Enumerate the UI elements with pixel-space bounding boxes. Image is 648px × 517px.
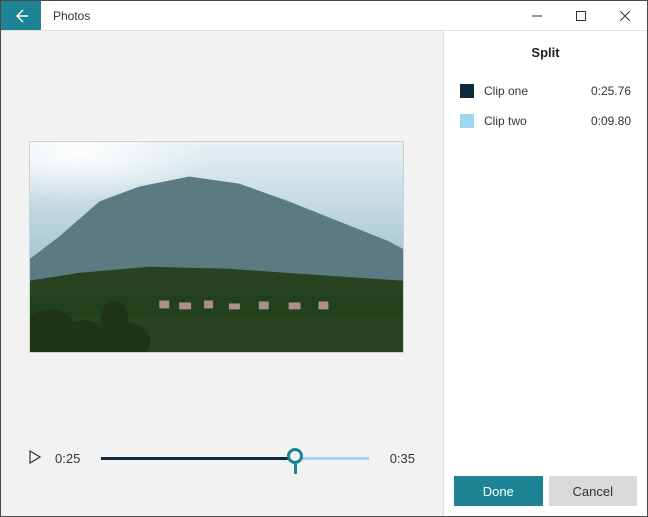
clip-color-swatch xyxy=(460,84,474,98)
done-button[interactable]: Done xyxy=(454,476,543,506)
panel-actions: Done Cancel xyxy=(444,466,647,516)
play-button[interactable] xyxy=(29,450,41,467)
maximize-icon xyxy=(576,11,586,21)
clip-row: Clip one 0:25.76 xyxy=(460,76,631,106)
app-body: 0:25 0:35 Split Clip one 0:25.76 xyxy=(1,31,647,516)
clip-row: Clip two 0:09.80 xyxy=(460,106,631,136)
clip-duration-label: 0:25.76 xyxy=(591,84,631,98)
panel-title: Split xyxy=(444,31,647,68)
titlebar-spacer xyxy=(102,1,515,30)
minimize-button[interactable] xyxy=(515,1,559,30)
titlebar: Photos xyxy=(1,1,647,31)
clip-list: Clip one 0:25.76 Clip two 0:09.80 xyxy=(444,68,647,144)
preview-scene-icon xyxy=(30,142,403,352)
clip-duration-label: 0:09.80 xyxy=(591,114,631,128)
play-icon xyxy=(29,450,41,464)
timeline-clip1-segment xyxy=(101,457,295,460)
split-panel: Split Clip one 0:25.76 Clip two 0:09.80 … xyxy=(443,31,647,516)
split-playhead[interactable] xyxy=(287,448,303,464)
panel-spacer xyxy=(444,144,647,466)
cancel-button[interactable]: Cancel xyxy=(549,476,638,506)
minimize-icon xyxy=(532,11,542,21)
back-button[interactable] xyxy=(1,1,41,30)
video-preview[interactable] xyxy=(29,141,404,353)
close-icon xyxy=(620,11,630,21)
preview-container xyxy=(29,141,415,353)
preview-pane: 0:25 0:35 xyxy=(1,31,443,516)
close-button[interactable] xyxy=(603,1,647,30)
current-time-label: 0:25 xyxy=(55,451,87,466)
app-title: Photos xyxy=(41,1,102,30)
split-timeline[interactable] xyxy=(101,448,369,468)
clip-color-swatch xyxy=(460,114,474,128)
timeline-clip2-segment xyxy=(295,457,369,460)
maximize-button[interactable] xyxy=(559,1,603,30)
player-controls: 0:25 0:35 xyxy=(29,448,415,468)
clip-name-label: Clip two xyxy=(484,114,581,128)
arrow-left-icon xyxy=(13,8,29,24)
app-window: Photos xyxy=(0,0,648,517)
clip-name-label: Clip one xyxy=(484,84,581,98)
total-time-label: 0:35 xyxy=(383,451,415,466)
